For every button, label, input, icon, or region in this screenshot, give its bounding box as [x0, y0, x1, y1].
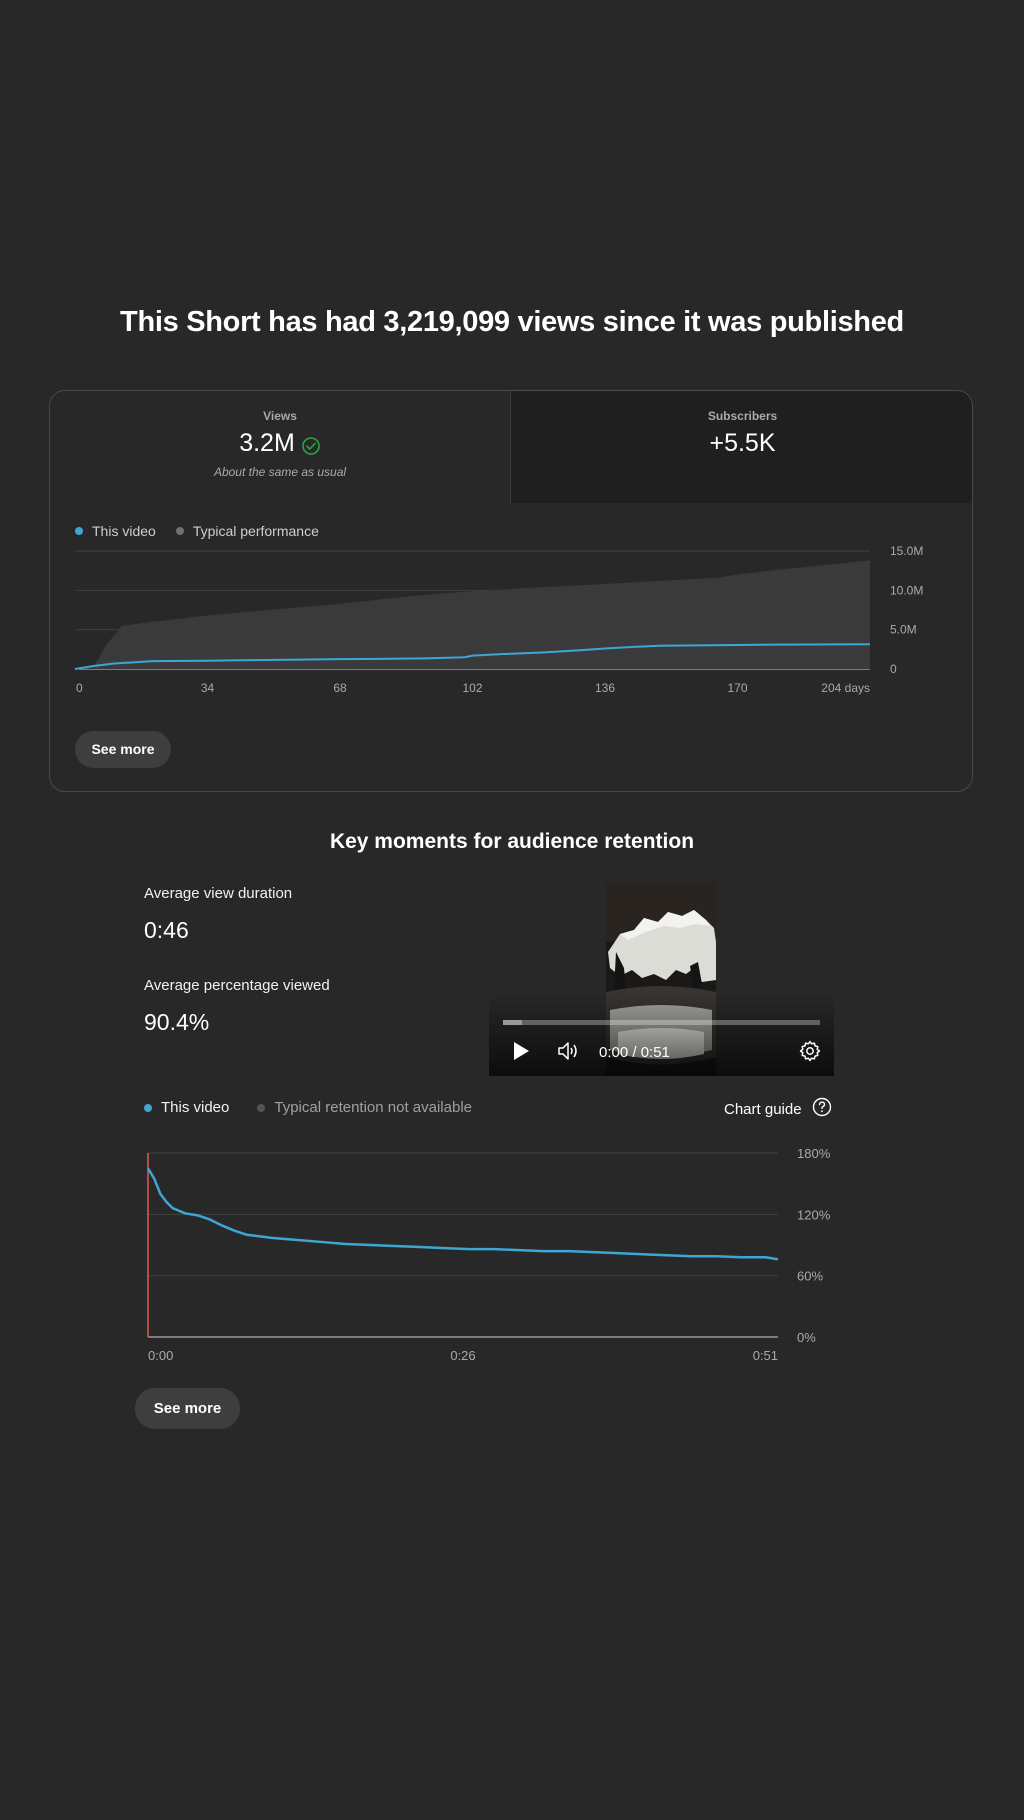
views-x-tick-label: 34 — [201, 681, 215, 695]
volume-icon[interactable] — [557, 1040, 581, 1067]
player-progress-fill — [503, 1020, 523, 1025]
retention-y-tick-label: 60% — [797, 1269, 823, 1284]
retention-legend-dot-typical — [257, 1103, 266, 1112]
tab-subscribers-value: +5.5K — [709, 429, 776, 457]
views-y-tick-label: 10.0M — [890, 583, 923, 597]
chart-guide-button[interactable]: Chart guide — [724, 1097, 832, 1121]
tab-subscribers-label: Subscribers — [707, 409, 778, 423]
avg-percentage-label: Average percentage viewed — [144, 977, 330, 994]
tab-views-value-row: 3.2M — [50, 429, 510, 458]
retention-y-tick-label: 0% — [797, 1330, 816, 1345]
retention-legend-label-typical: Typical retention not available — [274, 1099, 472, 1116]
tab-views[interactable]: Views 3.2M About the same as usual — [50, 391, 511, 503]
retention-line — [146, 1167, 779, 1261]
tab-views-value: 3.2M — [239, 429, 295, 457]
retention-legend-dot-this-video — [144, 1103, 152, 1112]
retention-x-tick-label: 0:26 — [450, 1348, 475, 1363]
page-headline: This Short has had 3,219,099 views since… — [120, 306, 904, 338]
settings-gear-icon[interactable] — [798, 1039, 822, 1068]
tab-subscribers[interactable]: Subscribers +5.5K — [511, 391, 972, 503]
retention-legend: This video Typical retention not availab… — [144, 1099, 472, 1116]
check-circle-icon — [301, 434, 321, 455]
views-x-tick-label: 136 — [595, 681, 615, 695]
avg-percentage-value: 90.4% — [144, 1009, 210, 1035]
see-more-button[interactable]: See more — [75, 731, 171, 768]
views-x-tick-label: 204 days — [821, 681, 870, 695]
retention-title: Key moments for audience retention — [329, 830, 695, 853]
tab-views-label: Views — [263, 409, 297, 423]
views-y-tick-label: 15.0M — [890, 544, 923, 558]
views-x-tick-label: 0 — [76, 681, 83, 695]
help-circle-icon — [812, 1097, 832, 1121]
play-icon[interactable] — [511, 1040, 531, 1067]
views-chart[interactable]: 15.0M 10.0M 5.0M 0 0 34 68 102 136 170 204 days — [50, 531, 973, 711]
retention-legend-label-this-video: This video — [161, 1099, 230, 1116]
retention-chart[interactable]: 180% 120% 60% 0% 0:00 0:26 0:51 — [0, 1140, 1024, 1365]
metric-tabs: Views 3.2M About the same as usual Subsc… — [50, 391, 972, 503]
avg-view-duration-value: 0:46 — [144, 917, 189, 943]
retention-y-tick-label: 120% — [797, 1207, 831, 1222]
retention-see-more-button[interactable]: See more — [135, 1388, 240, 1429]
views-x-tick-label: 68 — [333, 681, 347, 695]
player-time-text: 0:00 / 0:51 — [599, 1044, 670, 1061]
player-progress-bar[interactable] — [503, 1020, 820, 1025]
views-x-tick-label: 102 — [462, 681, 482, 695]
tab-views-note: About the same as usual — [213, 465, 347, 479]
retention-legend-this-video: This video — [144, 1099, 229, 1116]
retention-legend-typical: Typical retention not available — [257, 1099, 472, 1116]
video-player[interactable]: 0:00 / 0:51 — [489, 882, 834, 1076]
retention-x-tick-label: 0:51 — [753, 1348, 778, 1363]
views-x-tick-label: 170 — [727, 681, 747, 695]
player-controls-gradient — [489, 992, 834, 1076]
chart-guide-label: Chart guide — [724, 1100, 802, 1118]
typical-performance-area — [75, 560, 870, 669]
retention-x-tick-label: 0:00 — [148, 1348, 173, 1363]
avg-view-duration-label: Average view duration — [144, 885, 293, 902]
summary-card: Views 3.2M About the same as usual Subsc… — [49, 390, 973, 792]
views-y-tick-label: 5.0M — [890, 623, 917, 637]
retention-y-tick-label: 180% — [797, 1146, 831, 1161]
views-y-tick-label: 0 — [890, 662, 897, 676]
